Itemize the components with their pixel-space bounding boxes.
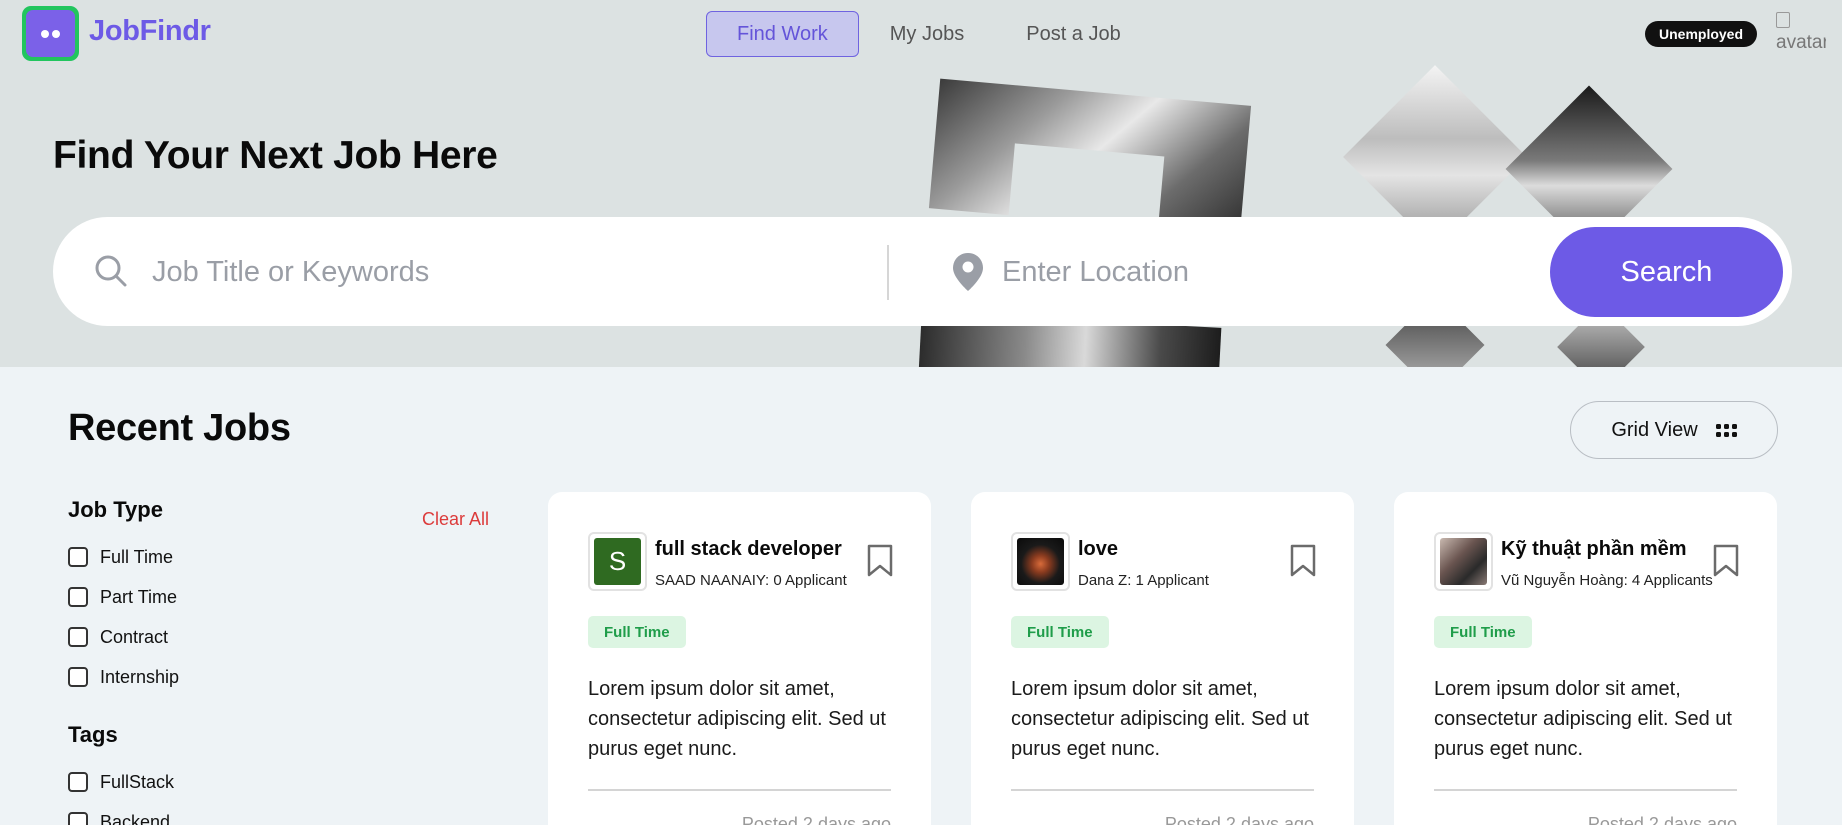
clear-all-link[interactable]: Clear All [422, 509, 489, 530]
nav-find-work[interactable]: Find Work [706, 11, 859, 57]
checkbox[interactable] [68, 772, 88, 792]
grid-view-label: Grid View [1611, 418, 1698, 441]
avatar-alt-text: avatar [1776, 32, 1826, 53]
main-nav: Find Work My Jobs Post a Job [706, 11, 1152, 57]
checkbox[interactable] [68, 667, 88, 687]
filter-tag-fullstack[interactable]: FullStack [68, 771, 174, 793]
filter-label: FullStack [100, 771, 175, 792]
logo-icon[interactable] [22, 6, 79, 61]
job-card[interactable]: S full stack developer SAAD NAANAIY: 0 A… [548, 492, 931, 825]
filter-contract[interactable]: Contract [68, 626, 168, 648]
card-divider [588, 789, 891, 791]
job-type-badge: Full Time [1011, 616, 1109, 648]
job-title[interactable]: Kỹ thuật phần mềm [1501, 538, 1687, 561]
keywords-input[interactable] [152, 247, 852, 297]
job-company-applicants: SAAD NAANAIY: 0 Applicant [655, 572, 847, 589]
tags-heading: Tags [68, 722, 118, 747]
filter-label: Contract [100, 626, 169, 647]
hero-section: JobFindr Find Work My Jobs Post a Job Un… [0, 0, 1842, 367]
location-pin-icon [953, 253, 983, 291]
bookmark-icon[interactable] [866, 544, 894, 578]
job-posted-date: Posted 2 days ago [1587, 814, 1737, 825]
filter-label: Full Time [100, 546, 174, 567]
checkbox[interactable] [68, 812, 88, 825]
company-logo: S [588, 532, 647, 591]
card-divider [1434, 789, 1737, 791]
filter-part-time[interactable]: Part Time [68, 586, 177, 608]
navbar: JobFindr Find Work My Jobs Post a Job Un… [0, 0, 1842, 68]
job-card[interactable]: Kỹ thuật phần mềm Vũ Nguyễn Hoàng: 4 App… [1394, 492, 1777, 825]
job-title[interactable]: full stack developer [655, 538, 842, 561]
job-company-applicants: Dana Z: 1 Applicant [1078, 572, 1209, 589]
bookmark-icon[interactable] [1289, 544, 1317, 578]
job-description: Lorem ipsum dolor sit amet, consectetur … [1434, 678, 1732, 760]
checkbox[interactable] [68, 627, 88, 647]
job-description: Lorem ipsum dolor sit amet, consectetur … [1011, 678, 1309, 760]
search-icon [95, 255, 127, 287]
filter-full-time[interactable]: Full Time [68, 546, 173, 568]
job-type-heading: Job Type [68, 497, 163, 522]
filter-tag-backend[interactable]: Backend [68, 811, 170, 825]
job-type-badge: Full Time [1434, 616, 1532, 648]
grid-view-button[interactable]: Grid View [1570, 401, 1778, 459]
location-input[interactable] [1002, 247, 1542, 297]
job-description: Lorem ipsum dolor sit amet, consectetur … [588, 678, 886, 760]
filter-label: Part Time [100, 586, 178, 607]
job-title[interactable]: love [1078, 538, 1118, 561]
job-card[interactable]: love Dana Z: 1 Applicant Full Time Lorem… [971, 492, 1354, 825]
checkbox[interactable] [68, 547, 88, 567]
hero-title: Find Your Next Job Here [53, 134, 498, 177]
company-logo [1434, 532, 1493, 591]
job-type-badge: Full Time [588, 616, 686, 648]
checkbox[interactable] [68, 587, 88, 607]
search-button[interactable]: Search [1550, 227, 1783, 317]
brand-name[interactable]: JobFindr [89, 15, 211, 48]
filter-label: Internship [100, 666, 180, 687]
company-logo [1011, 532, 1070, 591]
bookmark-icon[interactable] [1712, 544, 1740, 578]
card-divider [1011, 789, 1314, 791]
job-company-applicants: Vũ Nguyễn Hoàng: 4 Applicants [1501, 572, 1713, 589]
job-posted-date: Posted 2 days ago [1164, 814, 1314, 825]
filter-label: Backend [100, 811, 171, 825]
hero-photo-collage [928, 78, 1252, 236]
job-posted-date: Posted 2 days ago [741, 814, 891, 825]
avatar[interactable]: avatar [1776, 10, 1826, 58]
section-title: Recent Jobs [68, 407, 291, 449]
nav-post-a-job[interactable]: Post a Job [995, 11, 1152, 57]
broken-image-icon [1776, 12, 1790, 28]
grid-icon [1715, 423, 1737, 437]
search-bar: Search [53, 217, 1792, 326]
search-divider [887, 245, 889, 300]
status-badge[interactable]: Unemployed [1645, 21, 1758, 47]
nav-my-jobs[interactable]: My Jobs [859, 11, 995, 57]
filter-internship[interactable]: Internship [68, 666, 179, 688]
